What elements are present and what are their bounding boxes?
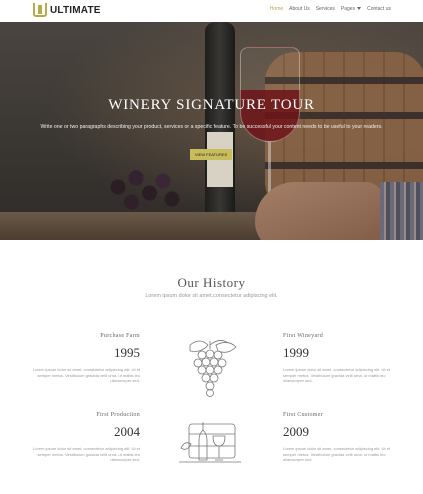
- hero-banner: [0, 22, 423, 240]
- history-item-year: 1999: [283, 345, 309, 360]
- history-item-1995: Purchase Farm 1995 Lorem ipsum dolor sit…: [30, 333, 140, 384]
- logo-text: ULTIMATE: [50, 4, 101, 16]
- logo[interactable]: ULTIMATE: [33, 3, 101, 17]
- history-item-desc: Lorem ipsum dolor sit amet, consectetur …: [33, 367, 140, 383]
- history-item-year: 2004: [114, 424, 140, 439]
- barrel-hoop: [265, 162, 423, 169]
- history-item-2009: First Customer 2009 Lorem ipsum dolor si…: [283, 412, 393, 463]
- history-item-desc: Lorem ipsum dolor sit amet, consectetur …: [33, 446, 140, 462]
- main-nav: Home About Us Services Pages Contact us: [270, 6, 391, 12]
- nav-about[interactable]: About Us: [289, 6, 310, 12]
- history-subtitle: Lorem ipsum dolor sit amet,consectetur a…: [145, 293, 278, 299]
- nav-services[interactable]: Services: [316, 6, 335, 12]
- bottle-image: [205, 22, 235, 222]
- grapes-illustration-icon: [189, 340, 237, 397]
- history-item-desc: Lorem ipsum dolor sit amet, consectetur …: [283, 446, 390, 462]
- history-item-label: First Customer: [283, 412, 324, 418]
- wine-bottles-illustration-icon: [179, 422, 241, 463]
- history-item-label: Purchase Farm: [100, 333, 140, 339]
- history-item-1999: First Wineyard 1999 Lorem ipsum dolor si…: [283, 333, 393, 384]
- hero-title: Winery Signature Tour: [108, 97, 315, 113]
- history-item-year: 2009: [283, 424, 309, 439]
- nav-pages-label: Pages: [340, 6, 356, 12]
- hand-image: [255, 182, 385, 240]
- chevron-down-icon: [357, 7, 362, 11]
- site-header: ULTIMATE Home About Us Services Pages Co…: [0, 0, 423, 22]
- nav-pages[interactable]: Pages: [340, 6, 362, 12]
- history-item-label: First Wineyard: [283, 333, 324, 339]
- history-item-2004: First Production 2004 Lorem ipsum dolor …: [30, 412, 140, 463]
- nav-home[interactable]: Home: [270, 6, 283, 12]
- history-item-label: First Production: [96, 412, 140, 418]
- nav-contact[interactable]: Contact us: [367, 6, 391, 12]
- grapes-image: [100, 157, 190, 217]
- sleeve-image: [380, 182, 423, 240]
- history-item-desc: Lorem ipsum dolor sit amet, consectetur …: [283, 367, 390, 383]
- view-features-button[interactable]: VIEW FEATURES: [190, 149, 232, 160]
- hero-description: Write one or two paragraphs describing y…: [40, 124, 383, 130]
- history-title: Our History: [177, 275, 246, 290]
- logo-icon: [33, 3, 47, 17]
- history-item-year: 1995: [114, 345, 140, 360]
